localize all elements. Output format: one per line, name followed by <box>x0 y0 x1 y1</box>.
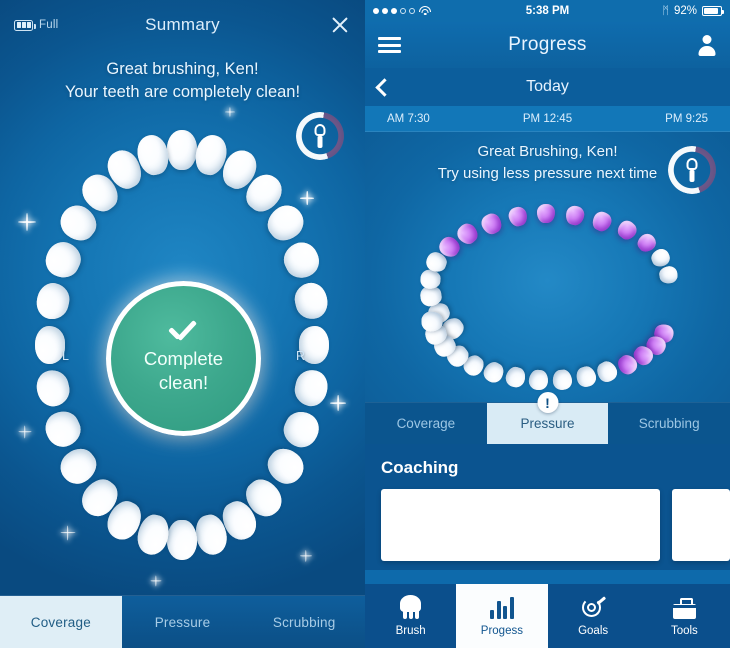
user-avatar-icon[interactable] <box>697 35 717 56</box>
tooth <box>33 367 74 410</box>
sparkle-icon <box>150 575 161 586</box>
sparkle-icon <box>300 550 312 562</box>
tooth <box>290 367 331 410</box>
close-icon[interactable] <box>329 14 351 36</box>
tooth <box>552 368 574 391</box>
tab-scrubbing[interactable]: Scrubbing <box>243 596 365 648</box>
sparkle-icon <box>18 425 31 438</box>
timeline-label: PM 12:45 <box>522 113 573 125</box>
page-title: Summary <box>145 15 220 34</box>
nav-item-label: Progess <box>480 625 523 637</box>
sparkle-icon <box>330 395 346 411</box>
section-title: Coaching <box>381 458 459 477</box>
coaching-card[interactable] <box>381 489 660 561</box>
toothbrush-glyph <box>314 124 326 148</box>
tooth <box>33 280 74 323</box>
tooth <box>506 204 530 229</box>
summary-screen: Full Summary Great brushing, Ken! Your t… <box>0 0 365 648</box>
target-icon <box>581 595 606 619</box>
nav-item-brush[interactable]: Brush <box>365 584 456 648</box>
badge-line1: Complete <box>143 348 224 369</box>
nav-item-progess[interactable]: Progess <box>456 584 548 648</box>
tooth <box>574 364 598 390</box>
complete-clean-badge: Complete clean! <box>106 281 261 436</box>
summary-tabbar: Coverage Pressure Scrubbing <box>0 595 365 648</box>
progress-navbar: Progress <box>365 22 730 68</box>
metric-tabbar: Coverage Pressure Scrubbing! <box>365 392 730 444</box>
app-root: Full Summary Great brushing, Ken! Your t… <box>0 0 730 648</box>
tooth <box>167 130 197 170</box>
tooth <box>40 406 87 453</box>
pressure-visualization: Great Brushing, Ken! Try using less pres… <box>365 132 730 402</box>
date-navigation-bar: Today <box>365 68 730 106</box>
tooth <box>564 204 586 227</box>
tooth-icon <box>400 595 422 619</box>
sparkle-icon <box>225 107 235 117</box>
bottom-navigation: Brush Progess Goals Tools <box>365 584 730 648</box>
tooth <box>503 364 528 390</box>
timeline-label: PM 9:25 <box>665 113 708 125</box>
session-timeline: AM 7:30 PM 12:45 PM 9:25 <box>365 106 730 132</box>
progress-screen: 5:38 PM ᛗ 92% Progress Today AM 7:30 PM 1… <box>365 0 730 648</box>
tooth <box>290 280 331 323</box>
toothbrush-badge-icon <box>296 112 344 160</box>
alert-badge-icon: ! <box>537 392 558 413</box>
tooth <box>167 520 197 560</box>
tab-coverage[interactable]: Coverage <box>0 596 122 648</box>
tooth <box>277 406 324 453</box>
arch-label-right: R <box>296 349 306 363</box>
tooth <box>528 368 550 391</box>
check-icon <box>167 322 201 342</box>
toolbox-icon <box>672 595 696 619</box>
toothbrush-glyph <box>686 158 698 182</box>
tooth <box>478 210 504 237</box>
tooth <box>480 358 507 386</box>
tooth <box>277 237 324 284</box>
battery-icon <box>702 6 724 16</box>
sparkle-icon <box>300 191 314 205</box>
summary-message: Great brushing, Ken! Your teeth are comp… <box>0 58 365 104</box>
arch-label-left: L <box>62 349 69 363</box>
tooth <box>536 204 556 224</box>
timeline-label: AM 7:30 <box>387 113 430 125</box>
coaching-section: Coaching <box>365 444 730 570</box>
summary-header: Full Summary <box>0 0 365 50</box>
coaching-card-list <box>381 489 730 561</box>
teeth-3d-model <box>365 190 730 402</box>
page-title: Progress <box>508 34 587 55</box>
nav-item-label: Goals <box>578 625 609 637</box>
toothbrush-badge-icon <box>668 146 716 194</box>
sparkle-icon <box>18 213 36 231</box>
nav-item-label: Tools <box>670 625 698 637</box>
nav-item-label: Brush <box>395 625 426 637</box>
coaching-card[interactable] <box>671 489 730 561</box>
ios-status-bar: 5:38 PM ᛗ 92% <box>365 0 730 22</box>
nav-item-tools[interactable]: Tools <box>639 584 730 648</box>
selected-date-label: Today <box>526 78 569 95</box>
tooth <box>590 208 615 234</box>
sparkle-icon <box>60 525 75 540</box>
tab-scrubbing[interactable]: Scrubbing <box>608 403 730 444</box>
summary-message-line1: Great brushing, Ken! <box>106 60 259 78</box>
badge-line2: clean! <box>158 372 209 393</box>
summary-message-line2: Your teeth are completely clean! <box>64 83 301 101</box>
tab-coverage[interactable]: Coverage <box>365 403 487 444</box>
bar-chart-icon <box>490 595 514 619</box>
tooth <box>613 217 640 244</box>
tooth <box>35 326 65 364</box>
nav-item-goals[interactable]: Goals <box>548 584 639 648</box>
tab-pressure[interactable]: Pressure <box>122 596 244 648</box>
status-time: 5:38 PM <box>525 5 570 17</box>
tooth <box>40 237 87 284</box>
tooth <box>658 264 679 285</box>
